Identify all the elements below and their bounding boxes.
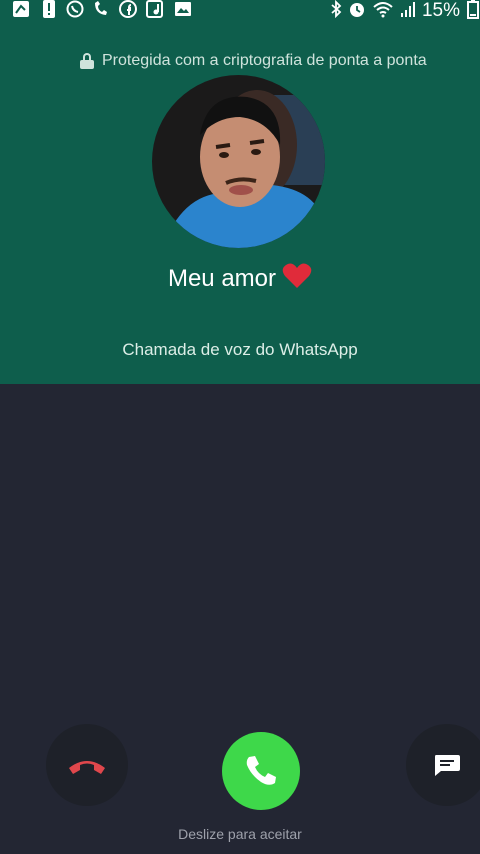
call-header: 15% Protegida com a criptografia de pont… [0, 0, 480, 384]
notification-icon [12, 0, 30, 18]
signal-icon [400, 0, 416, 23]
encryption-text: Protegida com a criptografia de ponta a … [102, 52, 427, 69]
call-type-label: Chamada de voz do WhatsApp [122, 340, 358, 359]
hang-up-icon [69, 761, 105, 774]
wifi-icon [372, 0, 394, 23]
accept-button[interactable] [222, 732, 300, 810]
red-heart-icon [282, 263, 312, 288]
caller-avatar [152, 75, 325, 248]
caller-name-row: Meu amor [0, 262, 480, 293]
battery-icon [466, 0, 480, 24]
facebook-icon [119, 0, 137, 18]
alert-icon [40, 0, 58, 18]
bluetooth-icon [330, 0, 342, 23]
missed-call-icon [92, 0, 110, 18]
caller-name: Meu amor [167, 265, 277, 292]
decline-button[interactable] [46, 724, 128, 806]
gallery-icon [174, 0, 192, 18]
phone-icon [246, 756, 276, 785]
lock-icon [80, 53, 94, 69]
encryption-notice: Protegida com a criptografia de ponta a … [80, 50, 427, 72]
status-bar: 15% [0, 0, 480, 22]
swipe-hint: Deslize para aceitar [178, 826, 302, 842]
alarm-icon [348, 0, 366, 23]
music-icon [146, 0, 164, 18]
battery-percent: 15% [421, 0, 460, 21]
message-button[interactable] [406, 724, 480, 806]
whatsapp-icon [66, 0, 84, 18]
message-icon [435, 755, 460, 776]
